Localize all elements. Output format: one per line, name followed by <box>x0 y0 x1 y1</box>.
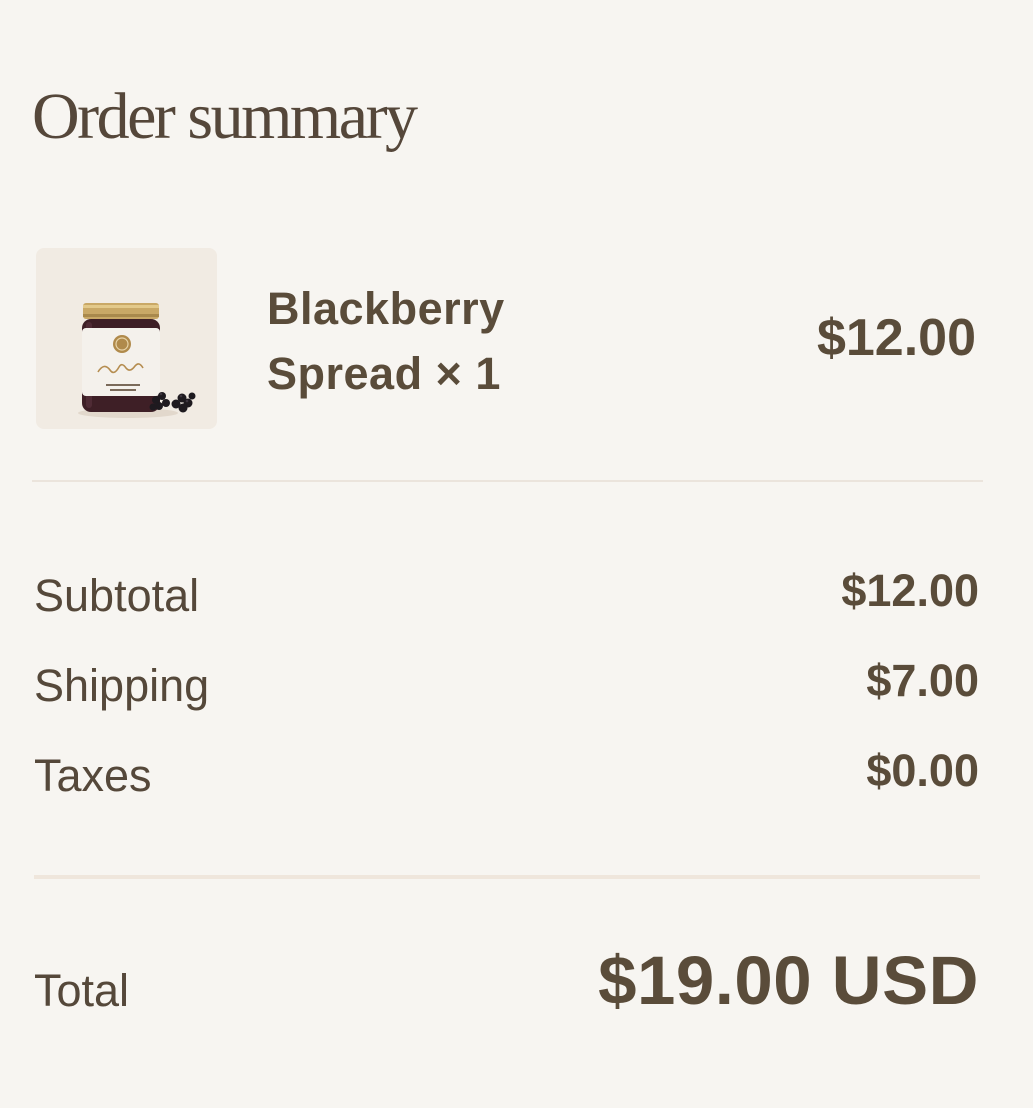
jam-jar-image <box>78 303 196 418</box>
subtotal-row: Subtotal $12.00 <box>34 568 979 618</box>
total-label: Total <box>34 965 130 1016</box>
product-name: Blackberry Spread × 1 <box>267 276 597 406</box>
page-title: Order summary <box>32 80 418 153</box>
total-value: $19.00 USD <box>598 942 979 1019</box>
product-name-line-1: Blackberry <box>267 283 505 334</box>
product-price: $12.00 <box>816 309 976 367</box>
shipping-value: $7.00 <box>866 655 979 706</box>
product-thumbnail <box>36 248 217 429</box>
shipping-label: Shipping <box>34 660 210 711</box>
taxes-label: Taxes <box>34 750 152 801</box>
divider <box>32 480 983 482</box>
divider <box>34 875 980 879</box>
subtotal-value: $12.00 <box>841 565 979 616</box>
product-name-line-2: Spread × 1 <box>267 348 501 399</box>
subtotal-label: Subtotal <box>34 570 200 621</box>
taxes-row: Taxes $0.00 <box>34 748 979 798</box>
taxes-value: $0.00 <box>866 745 979 796</box>
line-item: Blackberry Spread × 1 $12.00 <box>36 248 982 430</box>
shipping-row: Shipping $7.00 <box>34 658 979 708</box>
